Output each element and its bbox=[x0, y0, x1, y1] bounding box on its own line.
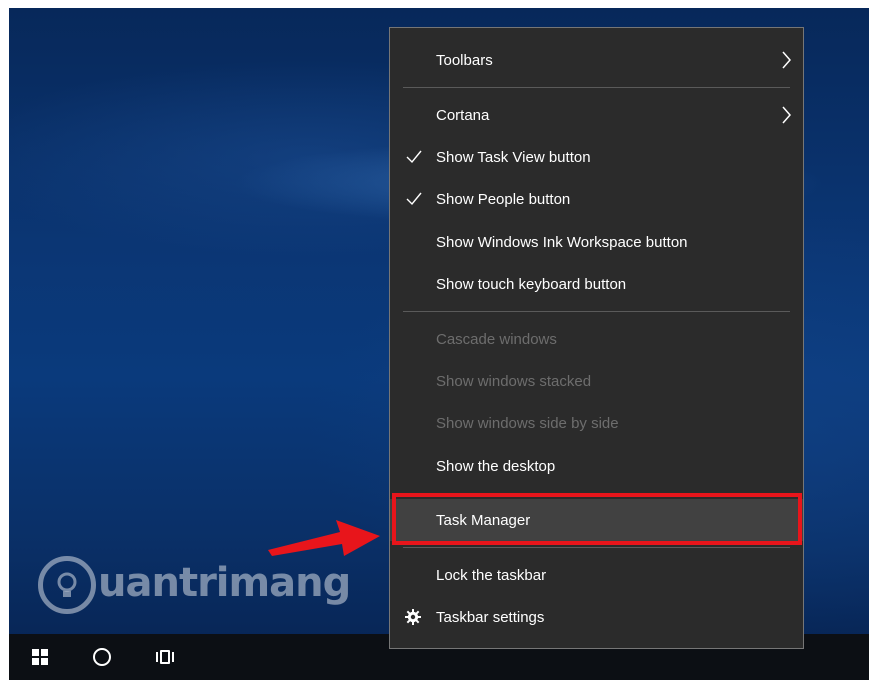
start-button[interactable] bbox=[17, 634, 63, 680]
windows-start-icon bbox=[32, 649, 48, 665]
red-highlight-box bbox=[392, 493, 802, 545]
menu-item-windows-side-by-side: Show windows side by side bbox=[436, 414, 619, 432]
taskbar-context-menu: Toolbars Cortana Show Task View button S… bbox=[389, 27, 804, 649]
cortana-search-icon bbox=[93, 648, 111, 666]
menu-item-toolbars[interactable]: Toolbars bbox=[390, 39, 803, 81]
menu-item-show-desktop[interactable]: Show the desktop bbox=[390, 445, 803, 487]
chevron-right-icon bbox=[782, 106, 791, 124]
menu-item-taskbar-settings[interactable]: Taskbar settings bbox=[390, 596, 803, 638]
lightbulb-logo-icon bbox=[38, 556, 96, 614]
menu-item-show-task-view[interactable]: Show Task View button bbox=[390, 136, 803, 178]
menu-item-windows-stacked: Show windows stacked bbox=[436, 372, 592, 390]
menu-item-show-touch-keyboard[interactable]: Show touch keyboard button bbox=[390, 263, 803, 305]
watermark-text: uantrimang bbox=[98, 560, 351, 606]
menu-separator bbox=[403, 87, 790, 88]
cortana-button[interactable] bbox=[79, 634, 125, 680]
menu-item-cascade-windows: Cascade windows bbox=[436, 330, 557, 348]
menu-item-lock-taskbar[interactable]: Lock the taskbar bbox=[390, 554, 803, 596]
menu-separator bbox=[403, 311, 790, 312]
gear-icon bbox=[405, 609, 421, 625]
red-arrow-annotation bbox=[268, 520, 380, 556]
menu-item-cortana[interactable]: Cortana bbox=[390, 94, 803, 136]
checkmark-icon bbox=[404, 147, 424, 167]
menu-item-show-people[interactable]: Show People button bbox=[390, 178, 803, 220]
menu-separator bbox=[403, 547, 790, 548]
checkmark-icon bbox=[404, 189, 424, 209]
task-view-icon bbox=[156, 649, 174, 665]
menu-item-show-ink-workspace[interactable]: Show Windows Ink Workspace button bbox=[390, 221, 803, 263]
watermark-logo: uantrimang bbox=[38, 555, 351, 615]
task-view-button[interactable] bbox=[142, 634, 188, 680]
chevron-right-icon bbox=[782, 51, 791, 69]
